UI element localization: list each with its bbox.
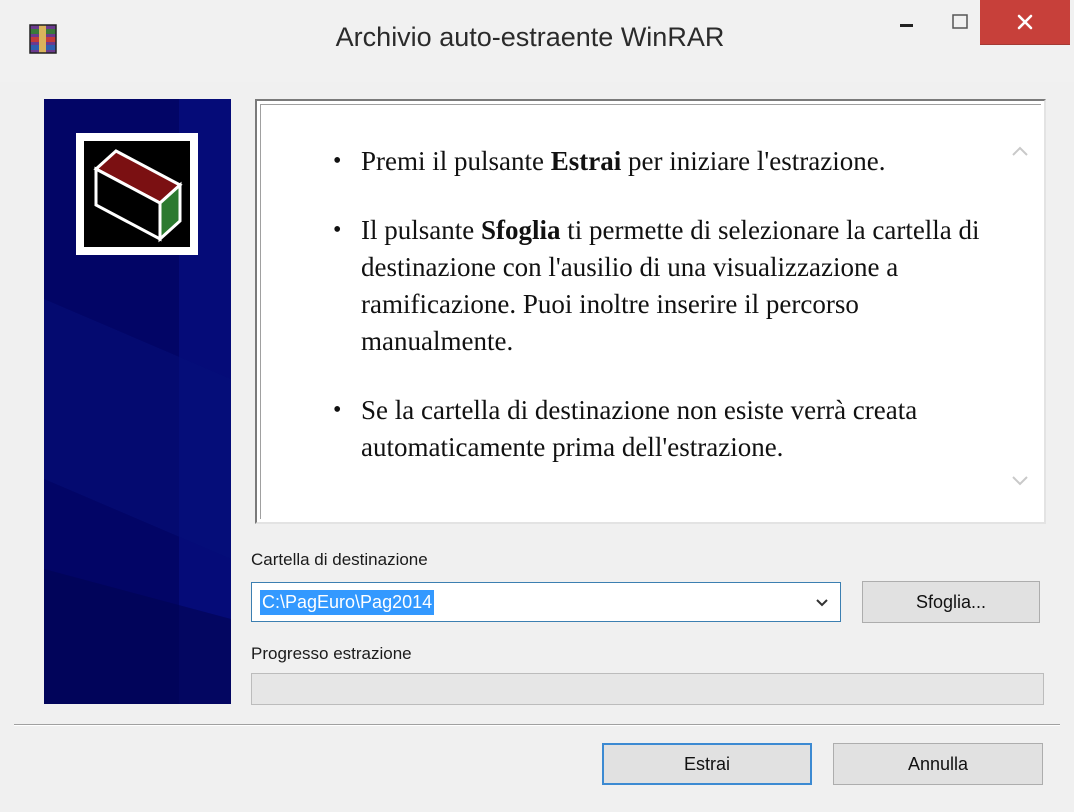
instructions-box[interactable]: Premi il pulsante Estrai per iniziare l'… (255, 99, 1046, 524)
instruction-text: Premi il pulsante (361, 146, 551, 176)
instruction-item: Premi il pulsante Estrai per iniziare l'… (325, 143, 985, 180)
scroll-up-button[interactable] (1007, 141, 1033, 161)
instruction-keyword: Estrai (550, 146, 622, 176)
instruction-item: Il pulsante Sfoglia ti permette di selez… (325, 212, 985, 360)
progress-label: Progresso estrazione (251, 644, 412, 663)
chevron-up-icon (1012, 146, 1028, 156)
destination-combobox[interactable]: C:\PagEuro\Pag2014 (251, 582, 841, 622)
maximize-icon (952, 14, 968, 29)
dropdown-button[interactable] (812, 593, 832, 613)
cancel-button[interactable]: Annulla (833, 743, 1043, 785)
chevron-down-icon (816, 599, 828, 607)
destination-path-input[interactable]: C:\PagEuro\Pag2014 (260, 590, 435, 615)
extraction-progress-bar (251, 673, 1044, 705)
instruction-keyword: Sfoglia (480, 215, 561, 245)
instructions-list: Premi il pulsante Estrai per iniziare l'… (325, 143, 985, 498)
book-box-icon (93, 149, 183, 243)
minimize-icon (900, 24, 913, 27)
footer-divider (14, 724, 1060, 726)
window-title: Archivio auto-estraente WinRAR (335, 22, 725, 52)
destination-label: Cartella di destinazione (251, 550, 428, 569)
instruction-text: Se la cartella di destinazione non esist… (361, 395, 918, 462)
winrar-box-logo (76, 133, 198, 255)
minimize-button[interactable] (884, 0, 930, 44)
maximize-button[interactable] (937, 0, 983, 44)
self-extractor-window: Archivio auto-estraente WinRAR • Premi i… (0, 0, 1074, 812)
scroll-down-button[interactable] (1007, 471, 1033, 491)
instructions-inner: Premi il pulsante Estrai per iniziare l'… (260, 104, 1041, 519)
close-button[interactable] (980, 0, 1070, 45)
extract-button[interactable]: Estrai (602, 743, 812, 785)
title-bar[interactable]: Archivio auto-estraente WinRAR (0, 0, 1074, 82)
side-banner (44, 99, 231, 704)
close-icon (1017, 14, 1033, 30)
browse-button[interactable]: Sfoglia... (862, 581, 1040, 623)
instruction-text: per iniziare l'estrazione. (621, 146, 886, 176)
instruction-text: Il pulsante (361, 215, 481, 245)
chevron-down-icon (1012, 476, 1028, 486)
winrar-icon[interactable] (26, 22, 60, 56)
instruction-item: Se la cartella di destinazione non esist… (325, 392, 985, 466)
